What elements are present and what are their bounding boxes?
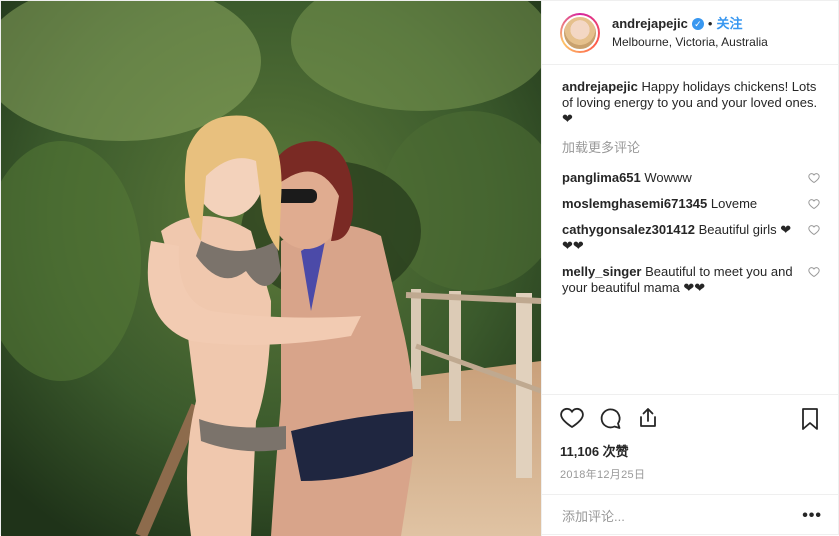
- comments-section: andrejapejic Happy holidays chickens! Lo…: [542, 65, 838, 394]
- comment-text: Loveme: [710, 196, 758, 211]
- avatar-image: [562, 14, 598, 51]
- follow-button[interactable]: 关注: [716, 15, 742, 33]
- action-icons-row: [560, 403, 822, 433]
- comment-like-icon[interactable]: [808, 224, 820, 236]
- post-caption: andrejapejic Happy holidays chickens! Lo…: [562, 79, 820, 127]
- add-comment-input[interactable]: 添加评论...: [562, 506, 625, 525]
- comment-like-icon[interactable]: [808, 266, 820, 278]
- post-header: andrejapejic ✓ • 关注 Melbourne, Victoria,…: [542, 1, 838, 65]
- comment-username[interactable]: panglima651: [562, 170, 641, 185]
- verified-badge-icon: ✓: [691, 17, 704, 30]
- post-photo[interactable]: [1, 1, 541, 536]
- comment-item: melly_singer Beautiful to meet you and y…: [562, 264, 820, 296]
- avatar[interactable]: [560, 12, 600, 53]
- comment-username[interactable]: cathygonsalez301412: [562, 222, 695, 237]
- comment-like-icon[interactable]: [808, 198, 820, 210]
- load-more-comments-button[interactable]: 加载更多评论: [562, 137, 820, 156]
- photo-scene: [1, 1, 541, 536]
- comment-item: cathygonsalez301412 Beautiful girls ❤❤❤: [562, 222, 820, 254]
- share-icon[interactable]: [636, 406, 660, 430]
- header-username[interactable]: andrejapejic: [612, 15, 688, 33]
- likes-count[interactable]: 11,106 次赞: [560, 441, 822, 460]
- comment-item: moslemghasemi671345 Loveme: [562, 196, 820, 212]
- header-separator: •: [707, 15, 713, 31]
- more-options-button[interactable]: •••: [802, 507, 822, 525]
- post-container: andrejapejic ✓ • 关注 Melbourne, Victoria,…: [0, 0, 839, 536]
- comment-text: Wowww: [644, 170, 692, 185]
- header-row: andrejapejic ✓ • 关注: [612, 15, 768, 33]
- comment-item: panglima651 Wowww: [562, 170, 820, 186]
- comment-username[interactable]: moslemghasemi671345: [562, 196, 707, 211]
- header-text: andrejapejic ✓ • 关注 Melbourne, Victoria,…: [612, 15, 768, 51]
- caption-username[interactable]: andrejapejic: [562, 79, 638, 94]
- comment-icon[interactable]: [598, 406, 622, 430]
- post-sidebar: andrejapejic ✓ • 关注 Melbourne, Victoria,…: [541, 1, 838, 536]
- post-date[interactable]: 2018年12月25日: [560, 466, 822, 482]
- post-actions: 11,106 次赞 2018年12月25日: [542, 394, 838, 494]
- heart-icon[interactable]: [560, 406, 584, 430]
- comment-username[interactable]: melly_singer: [562, 264, 642, 279]
- comment-like-icon[interactable]: [808, 172, 820, 184]
- add-comment-bar: 添加评论... •••: [542, 494, 838, 536]
- bookmark-icon[interactable]: [798, 407, 822, 431]
- location-link[interactable]: Melbourne, Victoria, Australia: [612, 33, 768, 51]
